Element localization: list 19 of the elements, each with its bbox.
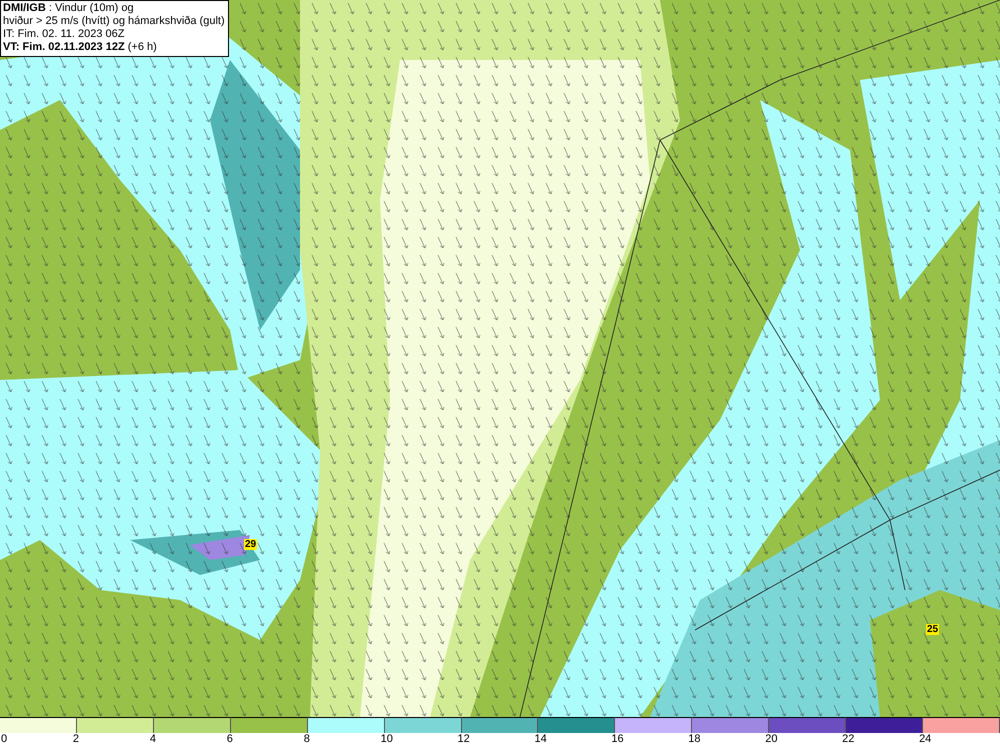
gust-marker: 25	[926, 624, 940, 635]
legend-label: 16	[611, 733, 624, 746]
title-line: VT: Fim. 02.11.2023 12Z (+6 h)	[3, 41, 158, 54]
legend-label: 4	[150, 733, 156, 746]
legend-label: 20	[765, 733, 778, 746]
legend-label: 2	[72, 733, 80, 746]
legend-label: 12	[458, 733, 470, 746]
title-line: IT: Fim. 02. 11. 2023 06Z	[3, 28, 126, 41]
legend-label: 14	[534, 733, 547, 746]
title-line: DMI/IGB : Vindur (10m) og	[3, 2, 135, 15]
gust-marker: 29	[244, 539, 258, 550]
legend-label: 18	[688, 733, 701, 746]
legend-label: 0	[1, 733, 8, 746]
legend-label: 10	[380, 733, 393, 746]
legend-label: 6	[226, 733, 233, 746]
legend-label: 24	[919, 733, 932, 746]
legend-label: 22	[842, 733, 854, 746]
legend-label: 8	[304, 733, 310, 746]
title-line: hviður > 25 m/s (hvítt) og hámarkshviða (gult)	[3, 15, 225, 28]
